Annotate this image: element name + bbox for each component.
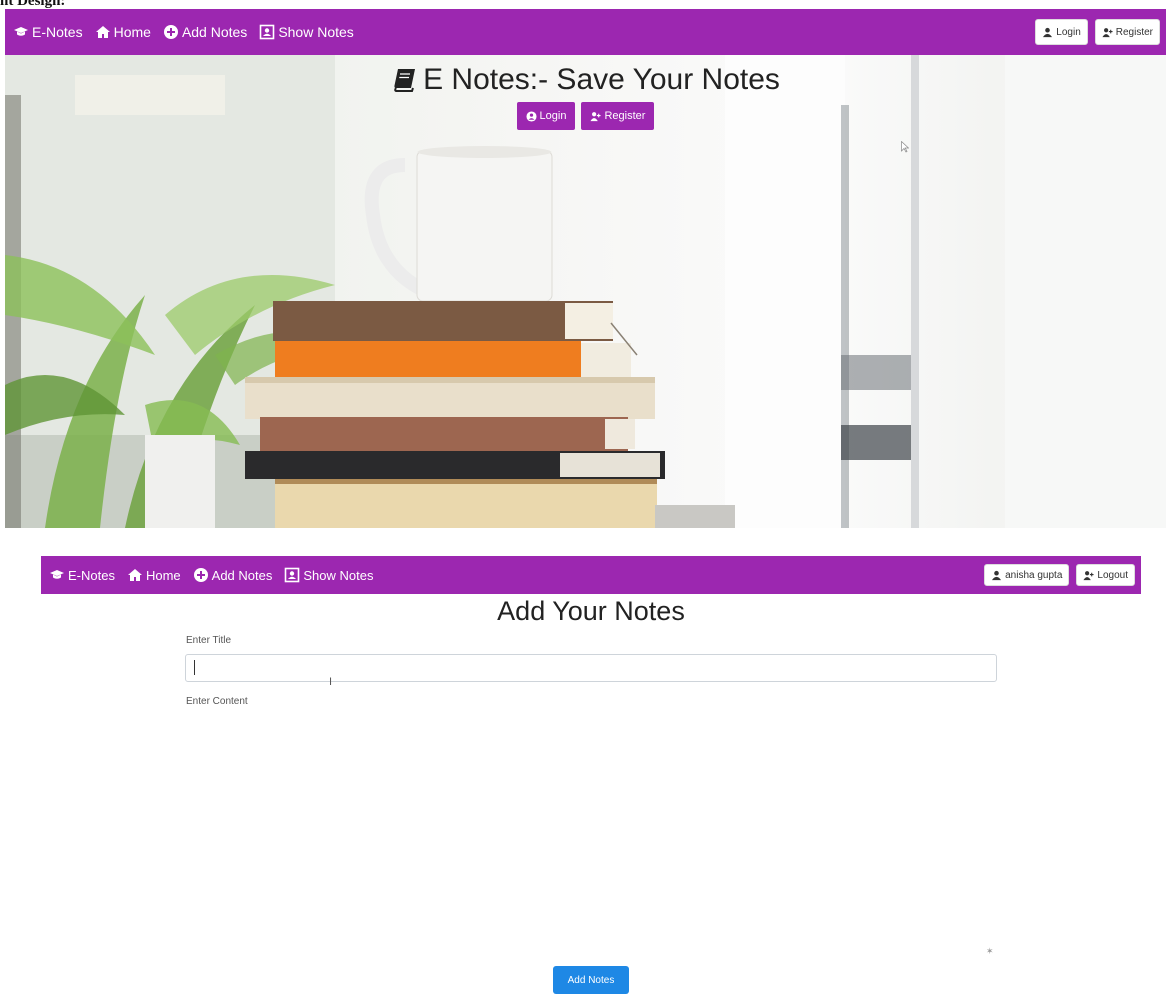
text-caret [194, 660, 195, 675]
top-navbar: E-Notes Home Add Notes Show Notes Login … [5, 9, 1166, 55]
app-nav-home-label: Home [145, 567, 181, 583]
content-textarea[interactable] [185, 706, 997, 962]
navbar-login-label: Login [1056, 26, 1081, 38]
user-name-label: anisha gupta [1005, 569, 1063, 581]
nav-home-label: Home [113, 24, 151, 40]
app-brand-label: E-Notes [68, 567, 115, 583]
hero-register-button[interactable]: Register [581, 102, 655, 130]
plus-circle-icon [193, 568, 208, 582]
nav-show-notes-label: Show Notes [278, 24, 354, 40]
mouse-cursor-icon [901, 141, 909, 153]
graduation-cap-icon [14, 27, 28, 36]
brand-label: E-Notes [32, 24, 83, 40]
app-nav-show-notes-label: Show Notes [303, 567, 374, 583]
user-plus-icon [1083, 570, 1094, 580]
app-nav-home[interactable]: Home [127, 567, 181, 583]
resize-handle-icon[interactable]: ✶ [986, 946, 994, 957]
form-heading: Add Your Notes [497, 596, 685, 626]
logout-button[interactable]: Logout [1076, 564, 1135, 586]
user-icon [1043, 27, 1053, 37]
graduation-cap-icon [50, 570, 64, 579]
home-icon [127, 569, 142, 581]
user-icon [992, 570, 1002, 580]
add-notes-submit-button[interactable]: Add Notes [553, 966, 629, 994]
title-field-label: Enter Title [186, 635, 232, 646]
user-circle-icon [526, 110, 537, 122]
brand-link[interactable]: E-Notes [13, 24, 83, 40]
hero-login-button[interactable]: Login [516, 102, 576, 130]
app-nav-add-notes[interactable]: Add Notes [193, 567, 273, 583]
navbar-login-button[interactable]: Login [1035, 19, 1088, 45]
hero-register-label: Register [604, 110, 646, 122]
logout-label: Logout [1097, 569, 1128, 581]
app-nav-add-notes-label: Add Notes [211, 567, 273, 583]
hero-title-text: E Notes:- Save Your Notes [423, 63, 780, 96]
user-profile-button[interactable]: anisha gupta [984, 564, 1070, 586]
hero-login-label: Login [539, 110, 567, 122]
user-plus-icon [1102, 27, 1113, 37]
i-beam-cursor-icon: I [329, 676, 333, 688]
app-nav-show-notes[interactable]: Show Notes [284, 567, 373, 583]
page-caption: nt Design: [0, 0, 66, 8]
app-brand-link[interactable]: E-Notes [49, 567, 115, 583]
hero-section: E Notes:- Save Your Notes Login Register [5, 55, 1166, 528]
nav-add-notes[interactable]: Add Notes [163, 24, 247, 40]
navbar-register-label: Register [1115, 26, 1153, 38]
user-plus-icon [590, 111, 602, 121]
nav-show-notes[interactable]: Show Notes [259, 24, 354, 40]
address-card-icon [260, 24, 275, 40]
nav-add-notes-label: Add Notes [181, 24, 248, 40]
book-icon [394, 69, 416, 92]
title-input[interactable] [185, 654, 997, 682]
navbar-register-button[interactable]: Register [1094, 19, 1160, 45]
plus-circle-icon [163, 25, 178, 39]
hero-title: E Notes:- Save Your Notes [5, 63, 1166, 97]
app-navbar: E-Notes Home Add Notes Show Notes anisha… [41, 556, 1141, 594]
home-icon [95, 26, 110, 38]
address-card-icon [285, 567, 300, 583]
nav-home[interactable]: Home [95, 24, 151, 40]
